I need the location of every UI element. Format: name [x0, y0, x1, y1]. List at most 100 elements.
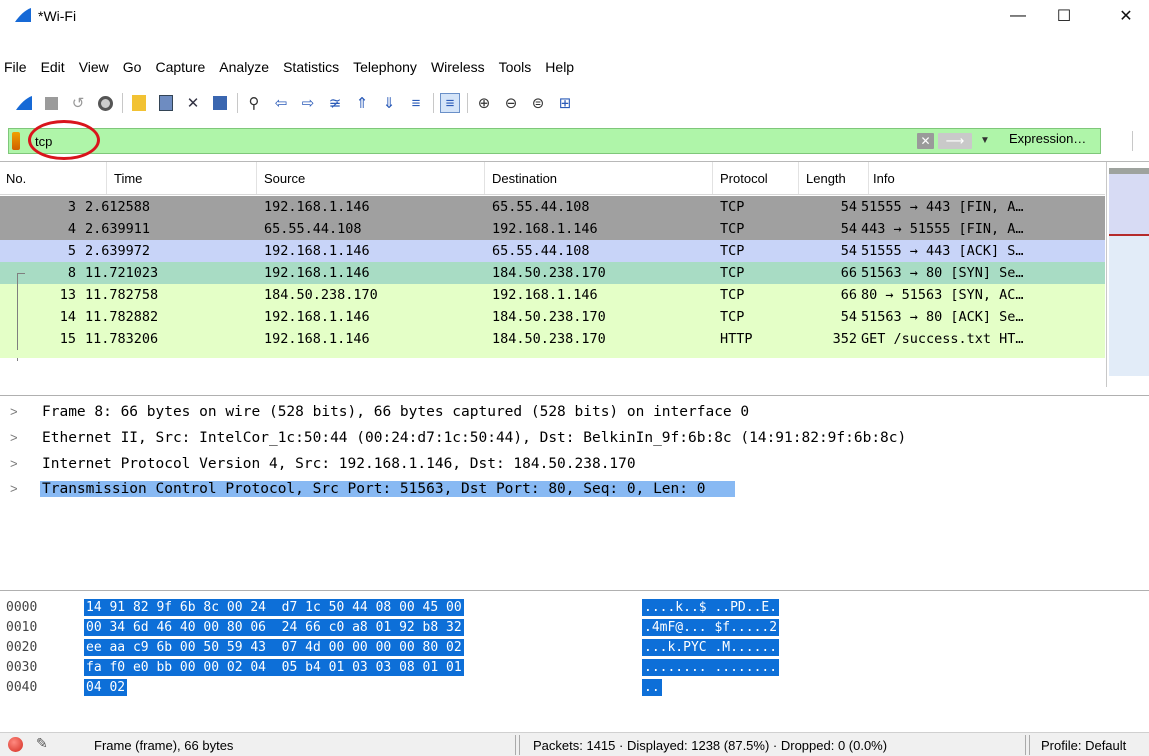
close-file-icon[interactable]: ✕ — [183, 93, 203, 113]
minimize-icon: — — [1010, 7, 1026, 24]
reload-icon[interactable] — [210, 93, 230, 113]
minimize-button[interactable]: — — [995, 0, 1041, 32]
restart-icon[interactable]: ↺ — [68, 93, 88, 113]
status-divider — [515, 735, 516, 755]
column-divider[interactable] — [712, 162, 713, 194]
status-divider — [1029, 735, 1030, 755]
clear-filter-button[interactable]: ✕ — [917, 133, 934, 149]
cell-no: 8 — [67, 265, 76, 281]
cell-dst: 65.55.44.108 — [492, 199, 590, 215]
column-divider[interactable] — [484, 162, 485, 194]
cell-proto: TCP — [720, 199, 745, 215]
menu-edit[interactable]: Edit — [34, 56, 72, 78]
menu-bar: File Edit View Go Capture Analyze Statis… — [0, 56, 1149, 78]
bookmark-icon[interactable] — [12, 132, 20, 150]
cell-len: 54 — [840, 309, 857, 325]
menu-file[interactable]: File — [0, 56, 34, 78]
apply-filter-button[interactable]: ⟶ — [938, 133, 972, 149]
column-length[interactable]: Length — [806, 171, 846, 186]
menu-go[interactable]: Go — [116, 56, 149, 78]
cell-no: 13 — [59, 287, 76, 303]
column-destination[interactable]: Destination — [492, 171, 557, 186]
cell-len: 54 — [840, 243, 857, 259]
cell-src: 192.168.1.146 — [264, 265, 370, 281]
column-info[interactable]: Info — [873, 171, 895, 186]
expand-arrow-icon[interactable]: > — [10, 430, 18, 445]
detail-row-ethernet[interactable]: > Ethernet II, Src: IntelCor_1c:50:44 (0… — [0, 427, 1149, 449]
cell-no: 5 — [67, 243, 76, 259]
table-row[interactable]: 3 2.612588 192.168.1.146 65.55.44.108 TCP 54 5… — [0, 196, 1105, 218]
start-capture-icon[interactable] — [14, 93, 34, 113]
open-file-icon[interactable] — [129, 93, 149, 113]
cell-len: 352 — [832, 331, 857, 347]
go-forward-icon[interactable]: ⇨ — [298, 93, 318, 113]
column-divider[interactable] — [798, 162, 799, 194]
menu-wireless[interactable]: Wireless — [424, 56, 492, 78]
cell-proto: TCP — [720, 243, 745, 259]
expert-info-icon[interactable] — [8, 737, 23, 752]
detail-row-tcp[interactable]: > Transmission Control Protocol, Src Por… — [0, 478, 1149, 500]
cell-len: 54 — [840, 221, 857, 237]
maximize-button[interactable]: ☐ — [1041, 0, 1087, 32]
find-packet-icon[interactable]: ⚲ — [244, 93, 264, 113]
menu-view[interactable]: View — [72, 56, 116, 78]
stop-icon[interactable] — [41, 93, 61, 113]
go-first-icon[interactable]: ⇑ — [352, 93, 372, 113]
filter-divider — [1132, 131, 1133, 151]
table-row[interactable]: 13 11.782758 184.50.238.170 192.168.1.146 TC… — [0, 284, 1105, 306]
close-window-button[interactable]: ✕ — [1103, 0, 1149, 32]
go-to-packet-icon[interactable]: ≆ — [325, 93, 345, 113]
edit-comment-icon[interactable]: ✎ — [36, 735, 48, 752]
cell-len: 54 — [840, 199, 857, 215]
profile-selector[interactable]: Profile: Default — [1041, 738, 1126, 753]
menu-capture[interactable]: Capture — [148, 56, 212, 78]
detail-row-ip[interactable]: > Internet Protocol Version 4, Src: 192.… — [0, 453, 1149, 475]
column-time[interactable]: Time — [114, 171, 142, 186]
expression-button[interactable]: Expression… — [1009, 131, 1086, 146]
cell-info: 80 → 51563 [SYN, AC… — [861, 287, 1024, 303]
cell-info: 51555 → 443 [FIN, A… — [861, 199, 1024, 215]
column-divider[interactable] — [868, 162, 869, 194]
expand-arrow-icon[interactable]: > — [10, 456, 18, 471]
zoom-in-icon[interactable]: ⊕ — [474, 93, 494, 113]
cell-no: 3 — [67, 199, 76, 215]
table-row[interactable]: 4 2.639911 65.55.44.108 192.168.1.146 TCP 54 4… — [0, 218, 1105, 240]
conversation-bracket — [17, 273, 18, 361]
menu-statistics[interactable]: Statistics — [276, 56, 346, 78]
save-file-icon[interactable] — [156, 93, 176, 113]
cell-dst: 184.50.238.170 — [492, 309, 606, 325]
go-last-icon[interactable]: ⇓ — [379, 93, 399, 113]
cell-proto: TCP — [720, 221, 745, 237]
status-packet-counts: Packets: 1415 · Displayed: 1238 (87.5%) … — [533, 738, 888, 753]
column-source[interactable]: Source — [264, 171, 305, 186]
menu-telephony[interactable]: Telephony — [346, 56, 424, 78]
colorize-icon[interactable]: ≡ — [440, 93, 460, 113]
minimap-band — [1109, 174, 1149, 234]
column-divider[interactable] — [106, 162, 107, 194]
detail-row-frame[interactable]: > Frame 8: 66 bytes on wire (528 bits), … — [0, 401, 1149, 423]
autoscroll-icon[interactable]: ≡ — [406, 93, 426, 113]
chevron-down-icon[interactable]: ▼ — [977, 131, 993, 151]
packet-minimap[interactable] — [1106, 162, 1149, 387]
menu-analyze[interactable]: Analyze — [212, 56, 276, 78]
expand-arrow-icon[interactable]: > — [10, 481, 18, 496]
column-no[interactable]: No. — [6, 171, 26, 186]
resize-columns-icon[interactable]: ⊞ — [555, 93, 575, 113]
expand-arrow-icon[interactable]: > — [10, 404, 18, 419]
table-row[interactable]: 15 11.783206 192.168.1.146 184.50.238.170 HT… — [0, 328, 1105, 350]
cell-len: 66 — [840, 265, 857, 281]
display-filter-input[interactable] — [35, 131, 915, 151]
table-row[interactable]: 5 2.639972 192.168.1.146 65.55.44.108 TCP 54 5… — [0, 240, 1105, 262]
column-divider[interactable] — [256, 162, 257, 194]
go-back-icon[interactable]: ⇦ — [271, 93, 291, 113]
menu-help[interactable]: Help — [538, 56, 581, 78]
zoom-normal-icon[interactable]: ⊜ — [528, 93, 548, 113]
table-row[interactable]: 14 11.782882 192.168.1.146 184.50.238.170 TC… — [0, 306, 1105, 328]
column-protocol[interactable]: Protocol — [720, 171, 768, 186]
cell-src: 65.55.44.108 — [264, 221, 362, 237]
menu-tools[interactable]: Tools — [492, 56, 539, 78]
packet-list: No. Time Source Destination Protocol Len… — [0, 161, 1149, 387]
table-row[interactable]: 8 11.721023 192.168.1.146 184.50.238.170 TCP… — [0, 262, 1105, 284]
capture-options-icon[interactable] — [95, 93, 115, 113]
zoom-out-icon[interactable]: ⊖ — [501, 93, 521, 113]
